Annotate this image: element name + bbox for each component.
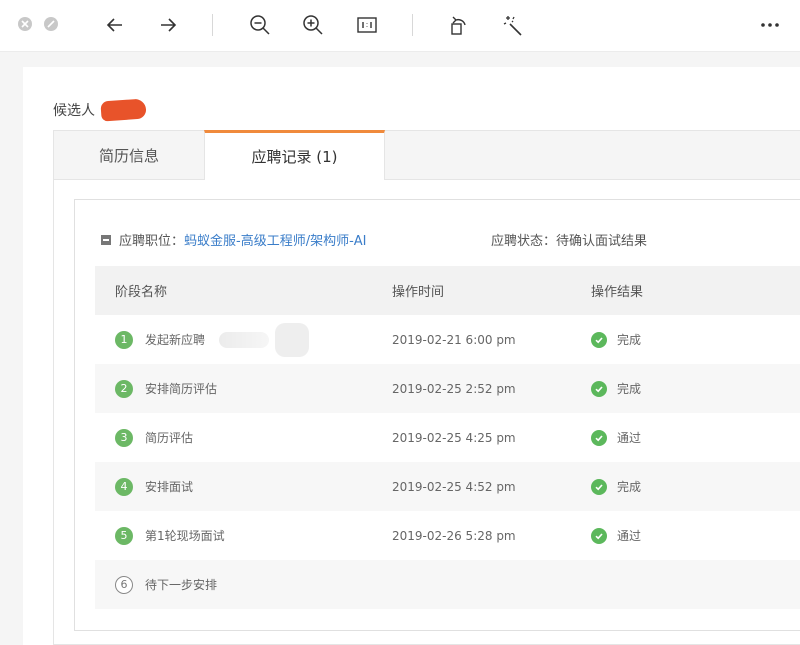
table-row: 2 安排简历评估 2019-02-25 2:52 pm 完成: [95, 364, 800, 413]
viewer-toolbar: [0, 0, 800, 52]
operation-result: 完成: [617, 382, 642, 396]
stage-name: 第1轮现场面试: [145, 529, 225, 543]
position-label: 应聘职位：: [119, 234, 185, 249]
stage-name: 安排简历评估: [145, 382, 218, 396]
rotate-icon[interactable]: [446, 12, 472, 38]
operation-time: 2019-02-26 5:28 pm: [392, 528, 516, 543]
tab-application-records[interactable]: 应聘记录 (1): [204, 130, 385, 180]
zoom-out-icon[interactable]: [247, 12, 273, 38]
actual-size-icon[interactable]: [354, 12, 380, 38]
operation-time: 2019-02-25 4:25 pm: [392, 430, 516, 445]
more-icon[interactable]: [757, 12, 783, 38]
check-circle-icon: [591, 331, 607, 348]
header-stage: 阶段名称: [115, 285, 168, 300]
operation-result: 通过: [617, 529, 642, 543]
candidate-page: 候选人 简历信息 应聘记录 (1) 应聘职位： 蚂蚁金服-高级工程师/架构师-A…: [23, 67, 800, 645]
stop-icon[interactable]: [44, 17, 58, 31]
step-number-badge: 5: [115, 526, 133, 545]
table-row: 3 简历评估 2019-02-25 4:25 pm 通过: [95, 413, 800, 462]
check-circle-icon: [591, 527, 607, 544]
application-record-box: 应聘职位： 蚂蚁金服-高级工程师/架构师-AI 应聘状态：待确认面试结果 阶段名…: [74, 199, 800, 631]
status-value: 待确认面试结果: [556, 234, 648, 249]
operation-time: 2019-02-25 4:52 pm: [392, 479, 516, 494]
step-number-badge: 1: [115, 330, 133, 349]
step-number-badge: 3: [115, 428, 133, 447]
forward-arrow-icon[interactable]: [155, 12, 181, 38]
table-row: 6 待下一步安排: [95, 560, 800, 609]
tab-resume-info[interactable]: 简历信息: [54, 131, 204, 180]
tab-panel: 应聘职位： 蚂蚁金服-高级工程师/架构师-AI 应聘状态：待确认面试结果 阶段名…: [53, 180, 800, 645]
redacted-text: [275, 322, 310, 357]
collapse-icon[interactable]: [101, 234, 111, 245]
stage-table: 阶段名称 操作时间 操作结果 1 发起新应聘 2019-02-21 6:00 p…: [95, 266, 800, 609]
tab-label: 简历信息: [98, 147, 159, 165]
table-header: 阶段名称 操作时间 操作结果: [95, 266, 800, 315]
position-link[interactable]: 蚂蚁金服-高级工程师/架构师-AI: [184, 230, 367, 249]
application-status: 应聘状态：待确认面试结果: [491, 230, 647, 249]
close-icon[interactable]: [18, 17, 32, 31]
header-result: 操作结果: [591, 285, 644, 300]
tab-bar: 简历信息 应聘记录 (1): [53, 130, 800, 180]
candidate-label: 候选人: [53, 103, 95, 119]
redacted-text: [219, 331, 270, 348]
toolbar-divider: [212, 14, 213, 36]
operation-result: 完成: [617, 480, 642, 494]
header-time: 操作时间: [392, 285, 445, 300]
operation-result: 通过: [617, 431, 642, 445]
check-circle-icon: [591, 429, 607, 446]
step-number-badge: 6: [115, 575, 133, 594]
check-circle-icon: [591, 478, 607, 495]
stage-name: 简历评估: [145, 431, 194, 445]
redacted-candidate-name: [100, 98, 147, 122]
magic-wand-icon[interactable]: [500, 12, 526, 38]
stage-name: 发起新应聘: [145, 333, 206, 347]
toolbar-divider: [412, 14, 413, 36]
step-number-badge: 2: [115, 379, 133, 398]
table-row: 4 安排面试 2019-02-25 4:52 pm 完成: [95, 462, 800, 511]
operation-result: 完成: [617, 333, 642, 347]
stage-name: 待下一步安排: [145, 578, 218, 592]
table-row: 1 发起新应聘 2019-02-21 6:00 pm 完成: [95, 315, 800, 364]
operation-time: 2019-02-25 2:52 pm: [392, 381, 516, 396]
candidate-header: 候选人: [53, 98, 147, 122]
tab-label: 应聘记录 (1): [251, 148, 338, 166]
table-row: 5 第1轮现场面试 2019-02-26 5:28 pm 通过: [95, 511, 800, 560]
status-label: 应聘状态：: [491, 234, 557, 249]
operation-time: 2019-02-21 6:00 pm: [392, 332, 516, 347]
step-number-badge: 4: [115, 477, 133, 496]
back-arrow-icon[interactable]: [102, 12, 128, 38]
zoom-in-icon[interactable]: [300, 12, 326, 38]
application-position: 应聘职位： 蚂蚁金服-高级工程师/架构师-AI: [101, 230, 367, 249]
check-circle-icon: [591, 380, 607, 397]
stage-name: 安排面试: [145, 480, 194, 494]
